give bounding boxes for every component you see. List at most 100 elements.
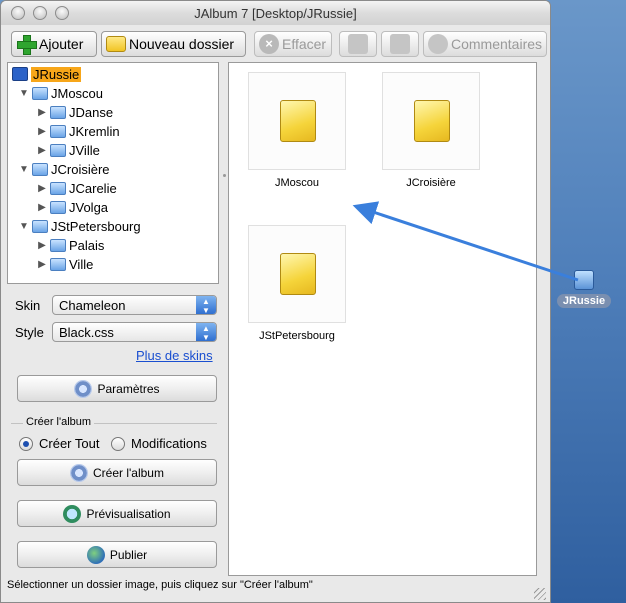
tree-item-label: JDanse xyxy=(69,104,114,120)
delete-button-label: Effacer xyxy=(282,36,327,52)
tree-item[interactable]: ▶ JDanse xyxy=(36,103,113,121)
disclosure-triangle-icon[interactable]: ▶ xyxy=(36,107,48,118)
disclosure-triangle-icon[interactable]: ▶ xyxy=(36,183,48,194)
folder-icon xyxy=(280,253,316,295)
folder-icon xyxy=(280,100,316,142)
disclosure-triangle-icon[interactable]: ▼ xyxy=(18,221,30,232)
new-folder-button-label: Nouveau dossier xyxy=(129,36,235,52)
title-bar: JAlbum 7 [Desktop/JRussie] xyxy=(1,1,550,25)
style-label: Style xyxy=(15,325,44,340)
desktop-icon-label: JRussie xyxy=(556,294,612,308)
folder-icon xyxy=(50,257,66,271)
disclosure-triangle-icon[interactable]: ▼ xyxy=(18,164,30,175)
magnifier-icon xyxy=(63,504,82,523)
add-button[interactable]: Ajouter xyxy=(11,31,97,57)
tree-item[interactable]: ▶ JVille xyxy=(36,141,100,159)
comments-button[interactable]: Commentaires xyxy=(423,31,547,57)
new-folder-icon xyxy=(106,36,126,52)
tree-item[interactable]: ▶ JCarelie xyxy=(36,179,117,197)
new-folder-button[interactable]: Nouveau dossier xyxy=(101,31,246,57)
jalbum-window: JAlbum 7 [Desktop/JRussie] Ajouter Nouve… xyxy=(0,0,551,603)
skin-select[interactable]: Chameleon ▲ ▼ xyxy=(52,295,217,315)
speech-bubble-icon xyxy=(428,34,448,54)
tree-root-label: JRussie xyxy=(31,66,82,82)
album-content-area[interactable]: JMoscou JCroisière JStPetersbourg xyxy=(228,62,537,576)
create-all-radio[interactable] xyxy=(19,437,33,451)
rotate-left-icon xyxy=(348,34,368,54)
folder-icon xyxy=(50,124,66,138)
folder-thumbnail-label: JMoscou xyxy=(274,177,320,189)
gear-icon xyxy=(70,463,88,482)
tree-item-label: JKremlin xyxy=(69,123,120,139)
tree-item-label: Ville xyxy=(69,256,94,272)
folder-icon xyxy=(574,270,594,290)
disclosure-triangle-icon[interactable]: ▶ xyxy=(36,240,48,251)
folder-icon xyxy=(50,238,66,252)
folder-tree[interactable]: JRussie ▼ JMoscou ▶ JDanse ▶ JKremlin ▶ … xyxy=(7,62,219,284)
disclosure-triangle-icon[interactable]: ▶ xyxy=(36,259,48,270)
skin-label: Skin xyxy=(15,298,41,313)
resize-grip-icon[interactable] xyxy=(534,588,546,600)
publish-button[interactable]: Publier xyxy=(17,541,217,568)
tree-item[interactable]: ▼ JCroisière xyxy=(18,160,110,178)
tree-item[interactable]: ▼ JMoscou xyxy=(18,84,103,102)
split-pane-handle[interactable] xyxy=(223,174,226,177)
plus-icon xyxy=(16,34,37,55)
album-book-icon xyxy=(12,67,28,81)
create-album-button[interactable]: Créer l'album xyxy=(17,459,217,486)
rotate-right-button[interactable] xyxy=(381,31,419,57)
status-bar-text: Sélectionner un dossier image, puis cliq… xyxy=(7,579,313,591)
modifications-label[interactable]: Modifications xyxy=(131,436,207,451)
tree-root[interactable]: JRussie xyxy=(12,65,82,83)
select-arrows-icon: ▲ ▼ xyxy=(196,323,216,342)
globe-icon xyxy=(86,545,105,564)
preview-button-label: Prévisualisation xyxy=(86,506,171,521)
folder-icon xyxy=(414,100,450,142)
folder-thumbnail[interactable] xyxy=(382,72,480,170)
settings-gear-icon xyxy=(74,379,93,398)
tree-item[interactable]: ▶ JVolga xyxy=(36,198,108,216)
tree-item-label: JVille xyxy=(69,142,100,158)
rotate-left-button[interactable] xyxy=(339,31,377,57)
toolbar: Ajouter Nouveau dossier × Effacer Commen… xyxy=(9,29,547,61)
preview-button[interactable]: Prévisualisation xyxy=(17,500,217,527)
add-button-label: Ajouter xyxy=(39,36,84,52)
folder-thumbnail-label: JStPetersbourg xyxy=(259,330,335,342)
folder-thumbnail[interactable] xyxy=(248,72,346,170)
style-select[interactable]: Black.css ▲ ▼ xyxy=(52,322,217,342)
tree-item-label: JStPetersbourg xyxy=(51,218,141,234)
rotate-right-icon xyxy=(390,34,410,54)
tree-item-label: JCroisière xyxy=(51,161,110,177)
disclosure-triangle-icon[interactable]: ▶ xyxy=(36,126,48,137)
folder-icon xyxy=(32,86,48,100)
create-all-label[interactable]: Créer Tout xyxy=(39,436,99,451)
folder-icon xyxy=(32,162,48,176)
folder-icon xyxy=(50,143,66,157)
window-title: JAlbum 7 [Desktop/JRussie] xyxy=(194,6,357,21)
tree-item-label: JCarelie xyxy=(69,180,117,196)
parameters-button-label: Paramètres xyxy=(97,381,160,396)
tree-item[interactable]: ▶ Ville xyxy=(36,255,93,273)
tree-item[interactable]: ▶ Palais xyxy=(36,236,104,254)
comments-button-label: Commentaires xyxy=(451,36,543,52)
desktop-folder-jrussie[interactable]: JRussie xyxy=(553,270,615,308)
tree-item-label: JMoscou xyxy=(51,85,104,101)
folder-icon xyxy=(50,105,66,119)
delete-button[interactable]: × Effacer xyxy=(254,31,332,57)
disclosure-triangle-icon[interactable]: ▶ xyxy=(36,145,48,156)
parameters-button[interactable]: Paramètres xyxy=(17,375,217,402)
folder-icon xyxy=(50,200,66,214)
select-arrows-icon: ▲ ▼ xyxy=(196,296,216,315)
folder-thumbnail[interactable] xyxy=(248,225,346,323)
modifications-radio[interactable] xyxy=(111,437,125,451)
create-album-button-label: Créer l'album xyxy=(93,465,164,480)
tree-item[interactable]: ▼ JStPetersbourg xyxy=(18,217,141,235)
folder-icon xyxy=(50,181,66,195)
create-album-group-title: Créer l'album xyxy=(23,416,95,428)
tree-item[interactable]: ▶ JKremlin xyxy=(36,122,120,140)
disclosure-triangle-icon[interactable]: ▶ xyxy=(36,202,48,213)
tree-item-label: Palais xyxy=(69,237,105,253)
disclosure-triangle-icon[interactable]: ▼ xyxy=(18,88,30,99)
more-skins-link[interactable]: Plus de skins xyxy=(136,348,213,363)
delete-icon: × xyxy=(259,34,279,54)
